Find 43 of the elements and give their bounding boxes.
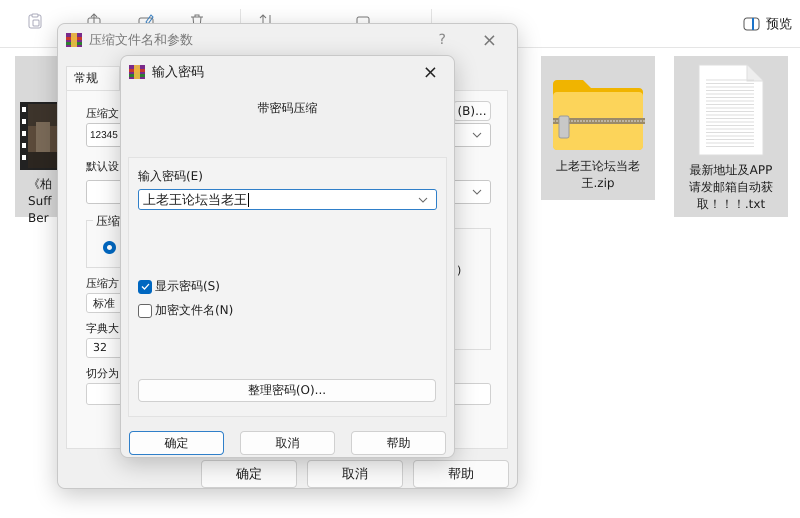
dialog-button[interactable]: 取消 [240, 431, 335, 455]
dialog-button[interactable]: 取消 [307, 460, 403, 488]
password-field[interactable]: 上老王论坛当老王 [138, 189, 437, 210]
browse-button[interactable]: (B)... [453, 101, 491, 121]
dialog-button[interactable]: 帮助 [351, 431, 446, 455]
close-button[interactable]: × [482, 30, 497, 50]
field-label: 压缩文 [86, 106, 119, 121]
radio-button[interactable] [103, 241, 116, 254]
file-name: 最新地址及APP 请发邮箱自动获 取！！！.txt [689, 162, 773, 213]
manage-passwords-button[interactable]: 整理密码(O)... [138, 379, 436, 402]
checkbox[interactable] [138, 304, 152, 318]
checkbox-label: 加密文件名(N) [155, 302, 234, 319]
clipboard-icon[interactable] [28, 12, 42, 28]
checkmark-icon [140, 283, 150, 290]
checkbox-label: 显示密码(S) [155, 278, 220, 295]
dialog-button[interactable]: 确定 [201, 460, 297, 488]
dialog-button[interactable]: 帮助 [413, 460, 509, 488]
file-name: 上老王论坛当老 王.zip [556, 158, 640, 192]
text-cursor [248, 192, 249, 206]
preview-button[interactable]: 预览 [743, 14, 792, 32]
field-label: 输入密码(E) [138, 168, 203, 185]
field-label: 默认设 [86, 159, 119, 174]
window-title: 压缩文件名和参数 [89, 32, 193, 49]
close-button[interactable]: × [422, 62, 438, 82]
field-value: 12345 [90, 130, 118, 140]
dialog-heading: 带密码压缩 [256, 100, 318, 117]
group-text: ) [457, 264, 462, 277]
window-title: 输入密码 [152, 64, 204, 81]
file-tile[interactable]: 上老王论坛当老 王.zip [541, 56, 655, 200]
field-value: 上老王论坛当老王 [143, 192, 247, 208]
dialog-button[interactable]: 确定 [129, 431, 224, 455]
tab[interactable]: 常规 [66, 66, 120, 90]
zipped-folder-icon [551, 78, 645, 152]
preview-pane-icon [743, 16, 760, 30]
text-document-icon [698, 64, 764, 156]
checkbox[interactable] [138, 280, 152, 294]
file-name: 《柏 Suff Ber [27, 176, 52, 227]
field-label: 压缩方 [86, 276, 119, 291]
archive-app-icon [66, 32, 82, 48]
archive-app-icon [129, 64, 145, 80]
field-label: 字典大 [86, 321, 119, 336]
field-label: 切分为 [86, 366, 119, 381]
file-tile[interactable]: 最新地址及APP 请发邮箱自动获 取！！！.txt [674, 56, 788, 217]
